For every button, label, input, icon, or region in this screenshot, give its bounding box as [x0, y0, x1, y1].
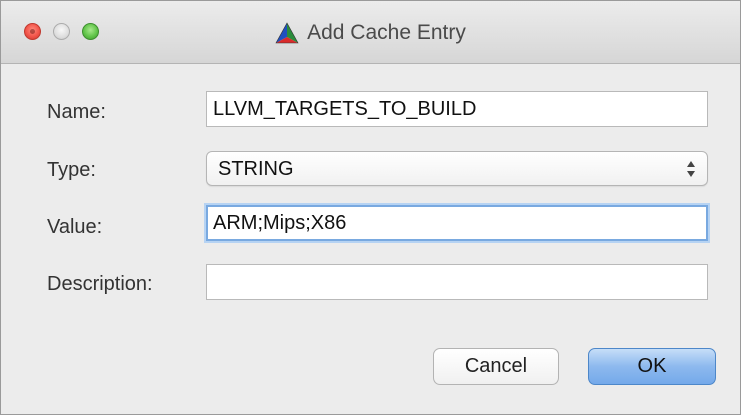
description-label: Description:: [47, 273, 153, 295]
description-field[interactable]: [206, 264, 708, 300]
window-title: Add Cache Entry: [307, 20, 466, 44]
cancel-button[interactable]: Cancel: [433, 348, 559, 385]
value-label: Value:: [47, 216, 103, 238]
type-select-value: STRING: [218, 158, 294, 180]
title-bar[interactable]: Add Cache Entry: [1, 1, 740, 64]
up-down-chevron-icon: [687, 161, 695, 177]
window-title-group: Add Cache Entry: [1, 1, 740, 64]
cmake-triangle-icon: [275, 21, 299, 43]
minimize-window-button[interactable]: [53, 23, 70, 40]
cancel-button-label: Cancel: [464, 355, 528, 377]
zoom-window-button[interactable]: [82, 23, 99, 40]
name-field[interactable]: LLVM_TARGETS_TO_BUILD: [206, 91, 708, 127]
type-select[interactable]: STRING: [206, 151, 708, 186]
name-label: Name:: [47, 101, 106, 123]
value-field[interactable]: ARM;Mips;X86: [206, 205, 708, 241]
close-window-button[interactable]: [24, 23, 41, 40]
add-cache-entry-dialog: Add Cache Entry Name: LLVM_TARGETS_TO_BU…: [0, 0, 741, 415]
ok-button[interactable]: OK: [588, 348, 716, 385]
ok-button-label: OK: [637, 355, 667, 377]
type-label: Type:: [47, 159, 96, 181]
